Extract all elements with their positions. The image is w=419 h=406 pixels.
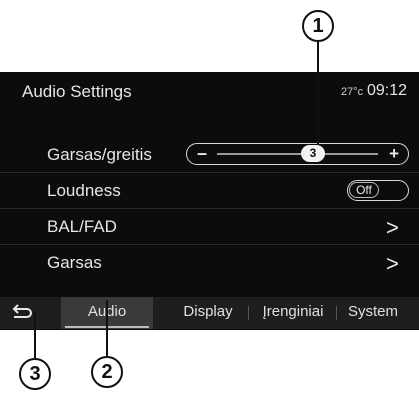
chevron-right-icon: >	[386, 215, 399, 240]
row-divider	[0, 208, 419, 209]
sound-speed-label: Garsas/greitis	[47, 145, 152, 164]
slider-knob[interactable]: 3	[301, 145, 325, 162]
sound-speed-slider[interactable]: – 3 +	[186, 143, 409, 165]
tab-devices-label: Įrenginiai	[262, 303, 324, 320]
tab-separator	[336, 306, 337, 320]
setting-row-sound[interactable]: Garsas >	[0, 246, 419, 280]
slider-track	[217, 153, 378, 155]
loudness-label: Loudness	[47, 181, 121, 200]
toggle-knob: Off	[349, 182, 379, 198]
callout-2: 2	[91, 356, 123, 388]
head-unit-screen: Audio Settings 27°c 09:12 Garsas/greitis…	[0, 72, 419, 330]
chevron-right-icon: >	[386, 251, 399, 276]
tab-display-label: Display	[183, 303, 233, 320]
callout-3: 3	[19, 358, 51, 390]
return-arrow-icon	[12, 304, 32, 318]
callout-3-line	[34, 312, 36, 358]
loudness-toggle[interactable]: Off	[347, 180, 409, 201]
row-divider	[0, 244, 419, 245]
row-divider	[0, 172, 419, 173]
clock: 09:12	[367, 82, 408, 99]
setting-row-bal-fad[interactable]: BAL/FAD >	[0, 210, 419, 244]
tab-devices[interactable]: Įrenginiai	[251, 297, 335, 329]
callout-1: 1	[302, 10, 334, 42]
back-button[interactable]	[0, 297, 44, 329]
sound-label: Garsas	[47, 253, 102, 272]
tab-display[interactable]: Display	[172, 297, 244, 329]
increase-button[interactable]: +	[389, 144, 399, 163]
tab-bar: Audio Display Įrenginiai System	[0, 297, 419, 329]
page-title: Audio Settings	[22, 82, 132, 101]
tab-separator	[248, 306, 249, 320]
callout-2-line	[106, 300, 108, 356]
callout-1-line	[317, 42, 319, 145]
tab-system[interactable]: System	[340, 297, 406, 329]
bal-fad-label: BAL/FAD	[47, 217, 117, 236]
temperature-readout: 27°c	[341, 86, 364, 98]
tab-system-label: System	[347, 303, 398, 320]
decrease-button[interactable]: –	[197, 144, 207, 163]
